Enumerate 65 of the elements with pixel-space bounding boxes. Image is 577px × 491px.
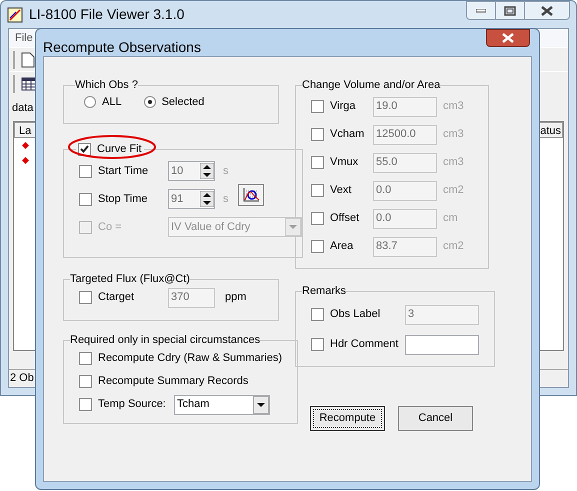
- checkbox-label: Virga: [330, 99, 356, 114]
- radio-button[interactable]: Selected: [144, 94, 204, 110]
- chart-icon: [242, 186, 260, 202]
- close-icon: [502, 33, 514, 43]
- unit-label: cm2: [443, 239, 464, 254]
- unit-label: ppm: [225, 290, 246, 306]
- window-title: LI-8100 File Viewer 3.1.0: [29, 5, 184, 24]
- radio-button[interactable]: ALL: [84, 94, 122, 110]
- dialog-title: Recompute Observations: [43, 38, 201, 57]
- checkbox-label: Temp Source:: [98, 397, 166, 412]
- table-icon[interactable]: [21, 76, 37, 90]
- group-label: Change Volume and/or Area: [302, 78, 440, 93]
- unit-label: s: [223, 164, 228, 179]
- app-icon: [7, 6, 23, 22]
- close-button[interactable]: [486, 29, 530, 47]
- spin-arrows-icon[interactable]: [200, 191, 214, 207]
- group-label: Required only in special circumstances: [70, 333, 260, 348]
- spin-field[interactable]: 91: [168, 189, 215, 209]
- checkbox[interactable]: [79, 375, 92, 388]
- chart-button[interactable]: [238, 184, 264, 206]
- checkbox-label: Co =: [98, 220, 122, 235]
- minimize-button[interactable]: [466, 1, 496, 20]
- unit-label: cm3: [443, 155, 464, 170]
- checkbox[interactable]: [79, 398, 92, 411]
- checkbox-label: Vext: [330, 183, 352, 198]
- spin-arrows-icon[interactable]: [200, 163, 214, 179]
- checkbox[interactable]: [79, 164, 92, 178]
- dropdown[interactable]: Tcham: [174, 394, 270, 414]
- checkbox-label: Ctarget: [98, 290, 134, 306]
- checkbox-label: Obs Label: [330, 307, 380, 322]
- unit-label: s: [223, 192, 228, 207]
- path-text: data: [12, 100, 34, 116]
- checkbox[interactable]: [78, 142, 91, 156]
- checkbox-label: Recompute Cdry (Raw & Summaries): [98, 351, 282, 366]
- checkbox[interactable]: [311, 338, 324, 351]
- unit-label: cm: [443, 211, 458, 226]
- cancel-button[interactable]: Cancel: [398, 406, 473, 431]
- menu-item[interactable]: File: [15, 30, 33, 46]
- checkbox[interactable]: [79, 352, 92, 365]
- status-text: 2 Ob: [10, 371, 34, 386]
- checkbox-label: Area: [330, 239, 354, 254]
- recompute-button[interactable]: Recompute: [310, 406, 385, 431]
- close-button[interactable]: [524, 1, 570, 20]
- checkbox-label: Stop Time: [98, 192, 148, 207]
- group-label: Which Obs ?: [75, 78, 138, 93]
- checkbox-label: Vmux: [330, 155, 358, 170]
- input-field[interactable]: [405, 334, 479, 354]
- checkbox-label: Offset: [330, 211, 360, 226]
- minimize-icon: [476, 8, 486, 12]
- close-icon: [541, 6, 553, 16]
- unit-label: cm3: [443, 99, 464, 114]
- unit-label: cm3: [443, 127, 464, 142]
- group-label: Targeted Flux (Flux@Ct): [70, 272, 190, 287]
- checkbox-label: Hdr Comment: [330, 337, 398, 352]
- unit-label: cm2: [443, 183, 464, 198]
- checkbox-label: Curve Fit: [97, 142, 142, 157]
- checkbox-label: Start Time: [98, 164, 148, 179]
- checkbox-label: Vcham: [330, 127, 364, 142]
- group-label: Remarks: [302, 284, 346, 299]
- restore-icon: [504, 6, 516, 16]
- restore-button[interactable]: [496, 1, 524, 20]
- checkbox[interactable]: [79, 291, 92, 304]
- checkbox[interactable]: [79, 192, 92, 206]
- spin-field[interactable]: 10: [168, 161, 215, 181]
- checkbox-label: Recompute Summary Records: [98, 374, 248, 390]
